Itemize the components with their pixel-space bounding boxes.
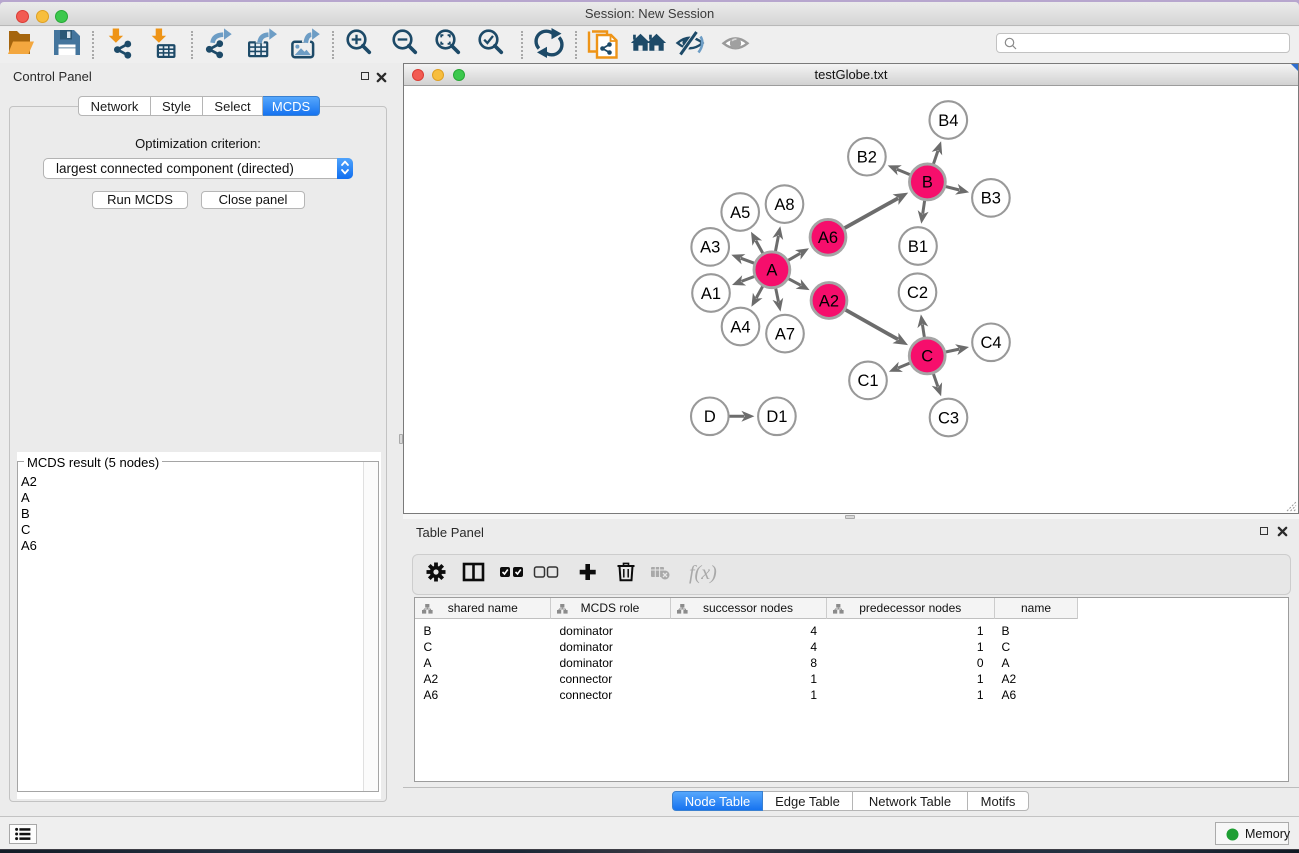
svg-text:A3: A3 [700, 239, 720, 257]
svg-text:A4: A4 [730, 318, 750, 336]
svg-text:A1: A1 [701, 285, 721, 303]
svg-text:B3: B3 [981, 190, 1001, 208]
svg-text:B1: B1 [908, 238, 928, 256]
svg-text:A6: A6 [818, 229, 838, 247]
svg-text:C: C [921, 348, 933, 366]
svg-text:D1: D1 [766, 408, 787, 426]
svg-text:B4: B4 [938, 112, 958, 130]
svg-text:A2: A2 [819, 292, 839, 310]
svg-text:C3: C3 [938, 409, 959, 427]
svg-text:C1: C1 [857, 372, 878, 390]
svg-text:A8: A8 [774, 196, 794, 214]
svg-text:C4: C4 [980, 334, 1001, 352]
svg-text:A5: A5 [730, 204, 750, 222]
svg-text:D: D [704, 408, 716, 426]
svg-text:f(x): f(x) [689, 562, 717, 584]
svg-text:B: B [922, 174, 933, 192]
svg-text:C2: C2 [907, 284, 928, 302]
svg-text:B2: B2 [857, 149, 877, 167]
svg-text:A7: A7 [775, 325, 795, 343]
svg-text:A: A [766, 262, 777, 280]
